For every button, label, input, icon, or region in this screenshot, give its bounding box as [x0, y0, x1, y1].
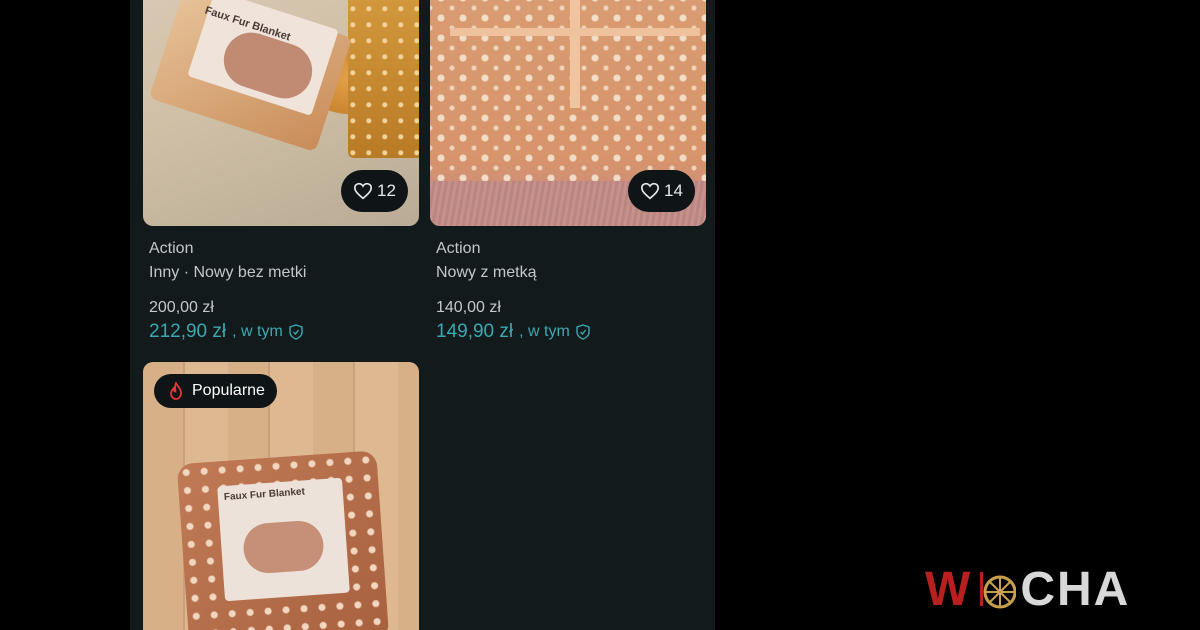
badge-label: Popularne: [192, 382, 265, 399]
wheel-icon: [980, 571, 1017, 608]
package-label-text: Faux Fur Blanket: [223, 486, 306, 504]
total-price-value: 149,90 zł: [436, 321, 514, 342]
listing-price: 200,00 zł: [149, 299, 214, 316]
favourite-button[interactable]: 12: [341, 170, 408, 212]
listing-price: 140,00 zł: [436, 299, 501, 316]
like-count: 14: [664, 181, 683, 200]
flame-icon: [170, 382, 182, 400]
favourite-button[interactable]: 14: [628, 170, 695, 212]
listing-brand[interactable]: Action: [149, 240, 193, 258]
shield-check-icon: [289, 324, 303, 340]
fee-note: , w tym: [519, 323, 570, 340]
listing-total-price[interactable]: 212,90 zł , w tym: [149, 321, 303, 343]
heart-icon: [353, 182, 373, 200]
shield-check-icon: [576, 324, 590, 340]
listing-status: Nowy z metką: [436, 264, 537, 281]
total-price-value: 212,90 zł: [149, 321, 227, 342]
listing-status: Inny · Nowy bez metki: [149, 264, 307, 281]
listing-panel: Faux Fur Blanket 12 14 Action Inny · Now…: [130, 0, 715, 630]
watermark-logo: W CHA: [925, 562, 1130, 617]
logo-text: CHA: [1020, 563, 1131, 616]
heart-icon: [640, 182, 660, 200]
listing-total-price[interactable]: 149,90 zł , w tym: [436, 321, 590, 343]
fee-note: , w tym: [232, 323, 283, 340]
like-count: 12: [377, 181, 396, 200]
listing-brand[interactable]: Action: [436, 240, 480, 258]
popular-badge: Popularne: [154, 374, 277, 408]
logo-letter-w: W: [925, 563, 973, 616]
